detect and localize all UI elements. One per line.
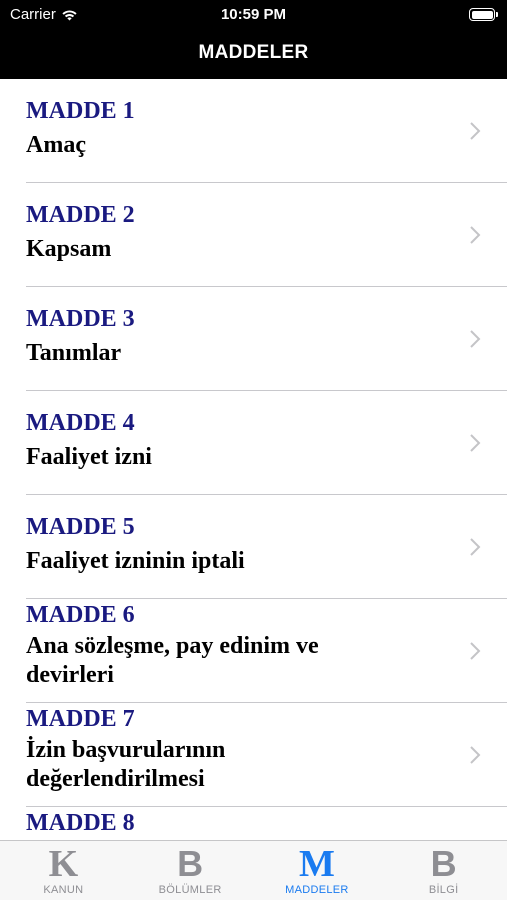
article-row-5[interactable]: MADDE 5 Faaliyet izninin iptali — [0, 495, 507, 599]
chevron-right-icon — [470, 746, 481, 764]
bilgi-b-icon: B — [430, 843, 457, 884]
tab-kanun[interactable]: K KANUN — [0, 841, 127, 900]
bolumler-b-icon: B — [177, 843, 204, 884]
maddeler-m-icon: M — [298, 843, 335, 885]
article-title: Amaç — [26, 132, 86, 158]
tab-bar: K KANUN B BÖLÜMLER M MADDELER B BİLGİ — [0, 840, 507, 900]
status-bar: Carrier 10:59 PM — [0, 0, 507, 30]
tab-label: MADDELER — [285, 884, 349, 896]
chevron-right-icon — [470, 330, 481, 348]
chevron-right-icon — [470, 434, 481, 452]
article-title: Kapsam — [26, 236, 112, 262]
article-title: Faaliyet izni — [26, 444, 152, 470]
article-title: Faaliyet izninin iptali — [26, 548, 245, 574]
article-row-8[interactable]: MADDE 8 — [0, 807, 507, 840]
navigation-bar: MADDELER — [0, 30, 507, 79]
chevron-right-icon — [470, 122, 481, 140]
battery-icon — [469, 8, 498, 21]
tab-label: BÖLÜMLER — [158, 884, 222, 896]
article-row-3[interactable]: MADDE 3 Tanımlar — [0, 287, 507, 391]
chevron-right-icon — [470, 538, 481, 556]
article-row-6[interactable]: MADDE 6 Ana sözleşme, pay edinim ve devi… — [0, 599, 507, 703]
article-number: MADDE 1 — [26, 98, 135, 124]
chevron-right-icon — [470, 226, 481, 244]
article-row-2[interactable]: MADDE 2 Kapsam — [0, 183, 507, 287]
article-title: İzin başvurularının değerlendirilmesi — [26, 737, 226, 792]
status-time: 10:59 PM — [220, 6, 287, 23]
article-list[interactable]: MADDE 1 Amaç MADDE 2 Kapsam MADDE 3 Tanı… — [0, 79, 507, 840]
article-number: MADDE 7 — [26, 706, 135, 732]
article-number: MADDE 6 — [26, 602, 135, 628]
kanun-k-icon: K — [48, 843, 79, 885]
tab-label: BİLGİ — [428, 884, 459, 896]
tab-maddeler[interactable]: M MADDELER — [254, 841, 381, 900]
page-title: MADDELER — [198, 42, 309, 63]
article-title: Ana sözleşme, pay edinim ve devirleri — [26, 633, 319, 688]
article-number: MADDE 5 — [26, 514, 135, 540]
article-row-4[interactable]: MADDE 4 Faaliyet izni — [0, 391, 507, 495]
article-number: MADDE 4 — [26, 410, 135, 436]
article-number: MADDE 8 — [26, 810, 135, 836]
tab-bilgi[interactable]: B BİLGİ — [380, 841, 507, 900]
article-row-1[interactable]: MADDE 1 Amaç — [0, 79, 507, 183]
article-number: MADDE 3 — [26, 306, 135, 332]
article-number: MADDE 2 — [26, 202, 135, 228]
article-title: Tanımlar — [26, 340, 122, 366]
tab-bolumler[interactable]: B BÖLÜMLER — [127, 841, 254, 900]
article-row-7[interactable]: MADDE 7 İzin başvurularının değerlendiri… — [0, 703, 507, 807]
chevron-right-icon — [470, 642, 481, 660]
tab-label: KANUN — [43, 884, 84, 896]
